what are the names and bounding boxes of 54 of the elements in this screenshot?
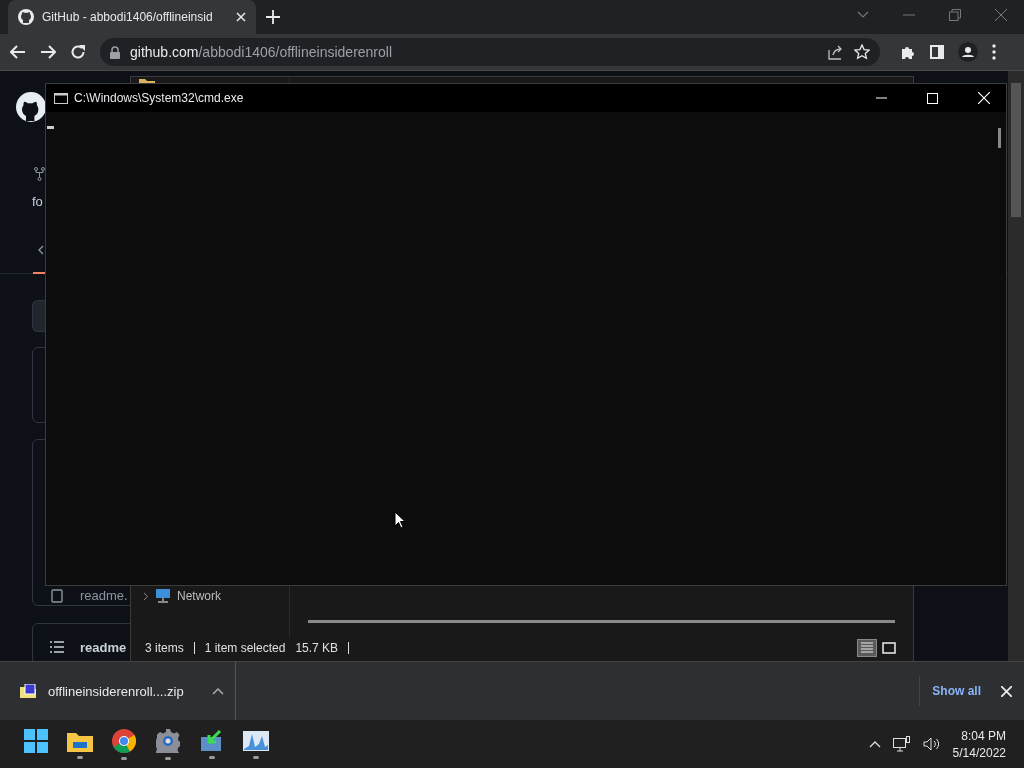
github-logo-icon[interactable] xyxy=(15,91,45,123)
speaker-icon[interactable] xyxy=(922,737,941,751)
install-arrow-icon[interactable] xyxy=(200,729,224,752)
browser-tab[interactable]: GitHub - abbodi1406/offlineinsid xyxy=(8,0,256,34)
scrollbar[interactable] xyxy=(1008,71,1024,661)
performance-graph-icon[interactable] xyxy=(243,729,269,752)
maximize-icon[interactable] xyxy=(927,92,938,104)
zip-file-icon xyxy=(20,684,36,698)
fork-icon xyxy=(34,167,45,181)
tab-search-icon[interactable] xyxy=(857,11,869,19)
file-icon xyxy=(51,589,63,603)
new-tab-icon[interactable] xyxy=(266,10,280,24)
gear-icon[interactable] xyxy=(156,728,180,753)
horizontal-scrollbar[interactable] xyxy=(308,620,895,623)
chevron-left-icon[interactable] xyxy=(38,245,44,255)
share-icon[interactable] xyxy=(828,44,844,60)
chrome-icon[interactable] xyxy=(112,728,136,753)
text-cursor xyxy=(47,126,54,129)
github-logo-icon xyxy=(18,9,34,25)
console-scrollbar[interactable] xyxy=(998,128,1001,148)
nav-item[interactable]: Network xyxy=(177,589,221,603)
restore-icon[interactable] xyxy=(949,9,961,21)
file-name[interactable]: readme. xyxy=(80,588,128,603)
network-monitor-icon xyxy=(155,589,171,603)
forward-arrow-icon[interactable] xyxy=(40,45,56,59)
windows-start-icon[interactable] xyxy=(24,728,48,753)
address-bar[interactable]: github.com/abbodi1406/offlineinsiderenroll xyxy=(100,38,880,66)
clock-date[interactable]: 5/14/2022 xyxy=(952,745,1006,760)
star-icon[interactable] xyxy=(854,44,870,60)
mouse-pointer-icon xyxy=(394,511,406,529)
puzzle-piece-icon[interactable] xyxy=(900,44,916,60)
tab-title: GitHub - abbodi1406/offlineinsid xyxy=(42,10,214,24)
download-file-name[interactable]: offlineinsiderenroll....zip xyxy=(48,683,184,699)
list-icon[interactable] xyxy=(50,641,64,653)
reload-icon[interactable] xyxy=(70,44,86,60)
expand-chevron-icon[interactable] xyxy=(143,591,149,601)
selection-info: 1 item selected xyxy=(204,641,286,655)
item-count: 3 items xyxy=(145,641,184,655)
chevron-up-icon[interactable] xyxy=(211,687,224,695)
tiles-view-button[interactable] xyxy=(879,639,899,657)
selection-size: 15.7 KB xyxy=(295,641,339,655)
show-all-button[interactable]: Show all xyxy=(919,676,993,706)
side-panel-icon[interactable] xyxy=(930,45,944,59)
console-icon xyxy=(54,92,68,104)
back-arrow-icon[interactable] xyxy=(10,45,26,59)
clock-time[interactable]: 8:04 PM xyxy=(961,728,1006,743)
network-icon[interactable] xyxy=(892,736,911,752)
fork-label: fo xyxy=(32,194,43,209)
window-title: C:\Windows\System32\cmd.exe xyxy=(74,91,244,105)
menu-icon[interactable] xyxy=(992,44,996,60)
lock-icon xyxy=(110,45,120,59)
profile-icon[interactable] xyxy=(958,42,978,62)
readme-heading: readme xyxy=(80,640,127,655)
close-tab-icon[interactable] xyxy=(236,12,246,22)
